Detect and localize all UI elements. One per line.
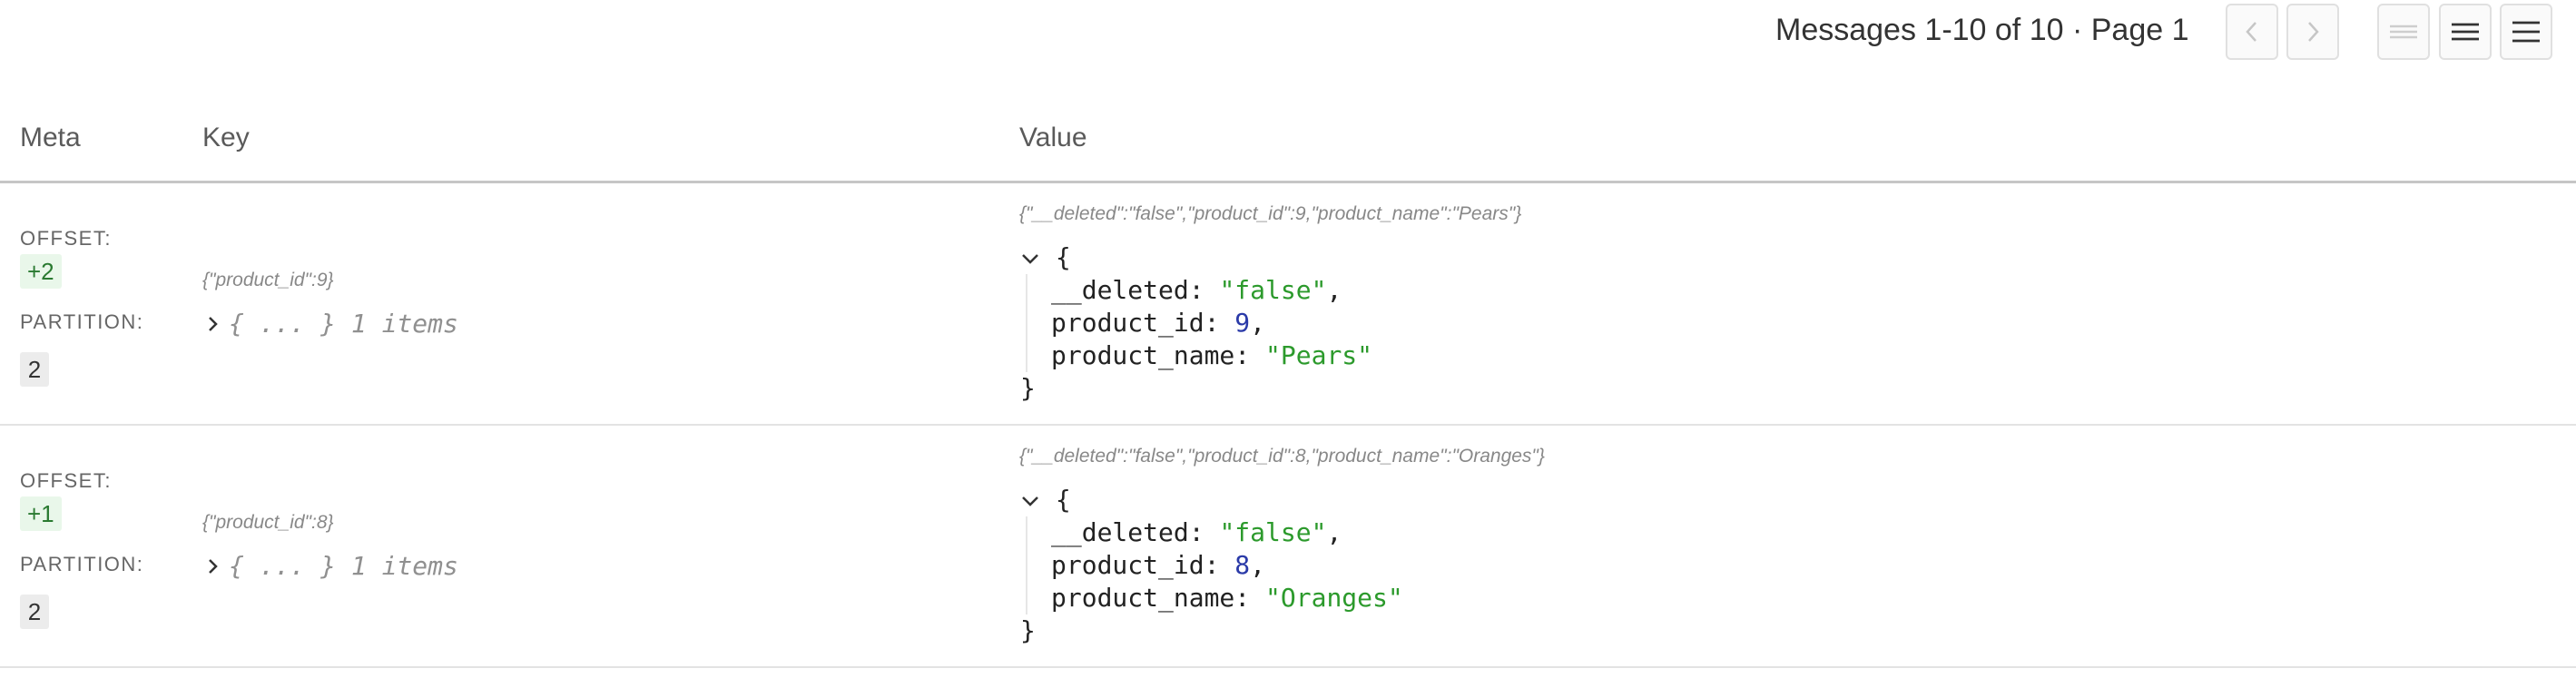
json-key: product_name: (1051, 340, 1266, 370)
json-open-line: { (1020, 241, 1372, 274)
density-medium-icon (2452, 23, 2479, 41)
key-expand-toggle[interactable]: { ... } 1 items (205, 309, 458, 339)
toolbar: Messages 1-10 of 10 · Page 1 (0, 0, 2576, 69)
value-json-tree: { __deleted: "false", product_id: 8, pro… (1020, 484, 1403, 647)
chevron-right-icon (209, 558, 218, 574)
value-raw-text: {"__deleted":"false","product_id":9,"pro… (1019, 203, 1522, 224)
key-raw-text: {"product_id":9} (202, 270, 334, 290)
density-medium-button[interactable] (2439, 4, 2492, 60)
partition-label: PARTITION: (20, 553, 144, 575)
json-fields: __deleted: "false", product_id: 8, produ… (1026, 516, 1403, 614)
value-json-tree: { __deleted: "false", product_id: 9, pro… (1020, 241, 1372, 405)
json-field: product_name: "Pears" (1051, 339, 1372, 372)
partition-badge: 2 (20, 595, 49, 629)
density-compact-button[interactable] (2377, 4, 2430, 60)
key-raw-text: {"product_id":8} (202, 512, 334, 533)
json-open-brace: { (1055, 485, 1071, 515)
next-page-button[interactable] (2286, 4, 2339, 60)
json-value: "false" (1219, 517, 1327, 547)
density-comfortable-button[interactable] (2500, 4, 2552, 60)
json-key: __deleted: (1051, 517, 1220, 547)
column-header-meta[interactable]: Meta (20, 123, 81, 153)
offset-badge: +2 (20, 254, 62, 289)
collapse-toggle[interactable] (1020, 485, 1056, 515)
json-comma: , (1250, 308, 1266, 338)
json-field: product_name: "Oranges" (1051, 582, 1403, 614)
key-collapsed-preview: { ... } 1 items (229, 551, 458, 581)
json-open-line: { (1020, 484, 1403, 516)
partition-badge: 2 (20, 352, 49, 387)
offset-badge: +1 (20, 496, 62, 531)
json-field: product_id: 8, (1051, 549, 1403, 582)
json-value: 8 (1234, 550, 1251, 580)
json-key: product_name: (1051, 583, 1266, 613)
collapse-toggle[interactable] (1020, 242, 1056, 272)
chevron-left-icon (2246, 22, 2256, 42)
chevron-right-icon (209, 316, 218, 331)
json-close-brace: } (1020, 373, 1036, 403)
offset-label: OFFSET: (20, 469, 112, 492)
message-row[interactable]: OFFSET: +1 PARTITION: 2 {"product_id":8}… (0, 426, 2576, 668)
json-value: "Oranges" (1265, 583, 1403, 613)
density-compact-icon (2390, 25, 2417, 39)
json-field: product_id: 9, (1051, 307, 1372, 339)
column-header-key[interactable]: Key (202, 123, 250, 153)
partition-label: PARTITION: (20, 310, 144, 333)
value-raw-text: {"__deleted":"false","product_id":8,"pro… (1019, 446, 1545, 467)
json-comma: , (1326, 275, 1342, 305)
json-key: product_id: (1051, 308, 1235, 338)
density-comfortable-icon (2512, 21, 2540, 43)
json-value: "false" (1219, 275, 1327, 305)
chevron-down-icon (1022, 254, 1038, 264)
key-collapsed-preview: { ... } 1 items (229, 309, 458, 339)
key-expand-toggle[interactable]: { ... } 1 items (205, 551, 458, 581)
json-comma: , (1250, 550, 1266, 580)
json-comma: , (1326, 517, 1342, 547)
json-field: __deleted: "false", (1051, 274, 1372, 307)
previous-page-button[interactable] (2226, 4, 2278, 60)
chevron-down-icon (1022, 496, 1038, 506)
json-close-brace: } (1020, 615, 1036, 645)
json-key: product_id: (1051, 550, 1235, 580)
json-value: 9 (1234, 308, 1251, 338)
column-header-value[interactable]: Value (1019, 123, 1087, 153)
paging-text: Messages 1-10 of 10 · Page 1 (1775, 13, 2189, 47)
offset-label: OFFSET: (20, 227, 112, 250)
json-open-brace: { (1055, 242, 1071, 272)
message-row[interactable]: OFFSET: +2 PARTITION: 2 {"product_id":9}… (0, 183, 2576, 426)
json-value: "Pears" (1265, 340, 1373, 370)
json-key: __deleted: (1051, 275, 1220, 305)
json-fields: __deleted: "false", product_id: 9, produ… (1026, 274, 1372, 372)
table-header: Meta Key Value (0, 107, 2576, 183)
json-field: __deleted: "false", (1051, 516, 1403, 549)
chevron-right-icon (2308, 22, 2319, 42)
